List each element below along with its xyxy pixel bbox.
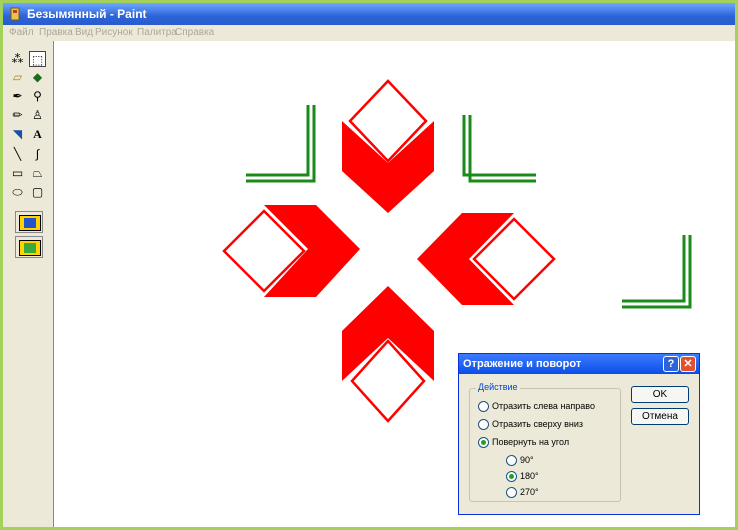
paint-app-icon <box>10 7 20 21</box>
magnifier-icon[interactable]: ⚲ <box>29 88 46 104</box>
ok-button[interactable]: OK <box>631 386 689 403</box>
action-group-label: Действие <box>476 382 520 392</box>
menu-edit[interactable]: Правка <box>39 25 73 41</box>
radio-selected-icon <box>506 471 517 483</box>
corner-right <box>622 235 692 309</box>
rotate-radio[interactable]: Повернуть на угол <box>478 435 569 449</box>
angle-270-radio[interactable]: 270° <box>506 485 539 499</box>
menu-bar: Файл Правка Вид Рисунок Палитра Справка <box>3 25 735 41</box>
radio-icon <box>478 401 489 413</box>
action-group: Действие Отразить слева направо Отразить… <box>469 382 621 502</box>
dialog-title: Отражение и поворот <box>463 358 582 370</box>
transparent-option-icon[interactable] <box>15 236 43 258</box>
menu-view[interactable]: Вид <box>75 25 93 41</box>
dialog-title-bar[interactable]: Отражение и поворот ? ✕ <box>459 354 699 374</box>
flip-horizontal-radio[interactable]: Отразить слева направо <box>478 399 595 413</box>
text-icon[interactable]: A <box>29 126 46 142</box>
flip-vertical-radio[interactable]: Отразить сверху вниз <box>478 417 583 431</box>
rectangle-icon[interactable]: ▭ <box>9 165 26 181</box>
line-icon[interactable]: ╲ <box>9 146 26 162</box>
menu-image[interactable]: Рисунок <box>95 25 133 41</box>
menu-help[interactable]: Справка <box>175 25 214 41</box>
radio-icon <box>478 419 489 431</box>
corner-top-right <box>462 115 536 183</box>
rect-select-icon[interactable]: ⬚ <box>29 51 46 67</box>
airbrush-icon[interactable]: ◥ <box>9 126 26 142</box>
menu-palette[interactable]: Палитра <box>137 25 177 41</box>
menu-file[interactable]: Файл <box>9 25 34 41</box>
color-picker-icon[interactable]: ✒ <box>9 88 26 104</box>
opaque-option-icon[interactable] <box>15 211 43 233</box>
ellipse-icon[interactable]: ⬭ <box>9 184 26 200</box>
cancel-button[interactable]: Отмена <box>631 408 689 425</box>
pencil-icon[interactable]: ✏ <box>9 107 26 123</box>
radio-selected-icon <box>478 437 489 449</box>
title-bar[interactable]: Безымянный - Paint <box>3 3 735 25</box>
radio-icon <box>506 455 517 467</box>
eraser-icon[interactable]: ▱ <box>9 69 26 85</box>
angle-90-radio[interactable]: 90° <box>506 453 534 467</box>
radio-icon <box>506 487 517 499</box>
help-button[interactable]: ? <box>663 356 679 372</box>
brush-icon[interactable]: ♙ <box>29 107 46 123</box>
angle-180-radio[interactable]: 180° <box>506 469 539 483</box>
flip-rotate-dialog: Отражение и поворот ? ✕ Действие Отразит… <box>458 353 700 515</box>
fill-icon[interactable]: ◆ <box>29 69 46 85</box>
free-select-icon[interactable]: ⁂ <box>9 51 26 67</box>
toolbox: ⁂ ⬚ ▱ ◆ ✒ ⚲ ✏ ♙ ◥ A ╲ ∫ ▭ ⏢ ⬭ ▢ <box>3 41 54 527</box>
corner-top-left <box>246 105 316 183</box>
curve-icon[interactable]: ∫ <box>29 146 46 162</box>
window-title: Безымянный - Paint <box>27 7 147 21</box>
polygon-icon[interactable]: ⏢ <box>29 165 46 181</box>
rounded-rect-icon[interactable]: ▢ <box>29 184 46 200</box>
close-button[interactable]: ✕ <box>680 356 696 372</box>
